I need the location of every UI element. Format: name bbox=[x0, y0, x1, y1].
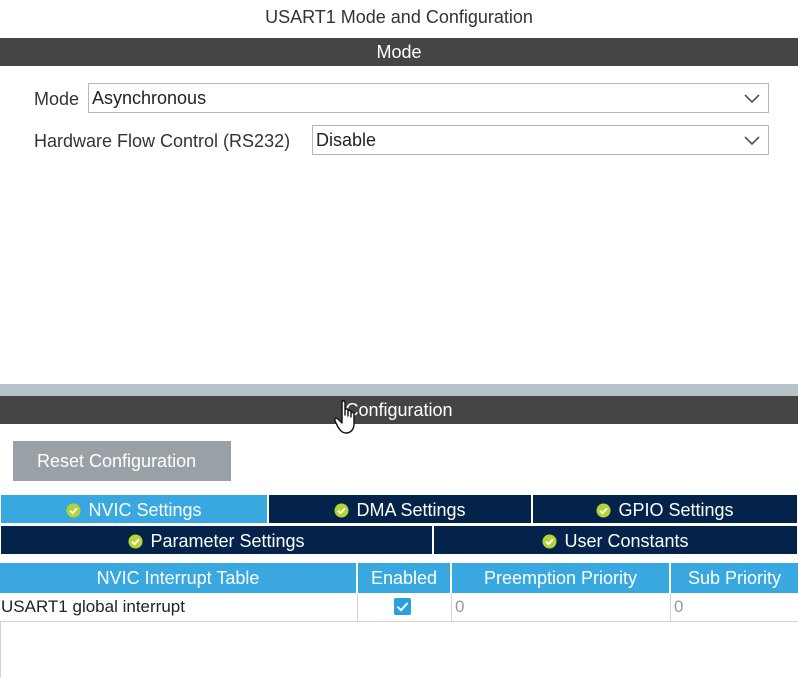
tab-parameter-settings[interactable]: Parameter Settings bbox=[0, 525, 433, 555]
check-circle-icon bbox=[66, 503, 81, 518]
tab-label: NVIC Settings bbox=[88, 500, 202, 520]
chevron-down-icon bbox=[744, 94, 760, 104]
hand-cursor-icon bbox=[334, 400, 355, 434]
tab-gpio-settings[interactable]: GPIO Settings bbox=[532, 494, 798, 524]
configuration-section-header: Configuration bbox=[0, 396, 798, 424]
tab-nvic-settings[interactable]: NVIC Settings bbox=[0, 494, 268, 524]
column-header-enabled[interactable]: Enabled bbox=[358, 563, 452, 593]
check-circle-icon bbox=[334, 503, 349, 518]
panel-splitter[interactable] bbox=[0, 384, 798, 396]
tab-label: Parameter Settings bbox=[150, 531, 305, 551]
reset-configuration-button[interactable]: Reset Configuration bbox=[13, 441, 231, 481]
chevron-down-icon bbox=[744, 136, 760, 146]
check-icon bbox=[396, 602, 409, 612]
mode-select[interactable]: Asynchronous bbox=[88, 83, 769, 113]
mode-select-value: Asynchronous bbox=[92, 88, 207, 108]
flow-control-select[interactable]: Disable bbox=[312, 125, 769, 155]
window-title: USART1 Mode and Configuration bbox=[265, 7, 533, 27]
mode-section-header: Mode bbox=[0, 38, 798, 66]
preemption-priority-cell[interactable]: 0 bbox=[452, 594, 671, 622]
tab-dma-settings[interactable]: DMA Settings bbox=[268, 494, 532, 524]
flow-control-select-value: Disable bbox=[316, 130, 377, 150]
mode-label: Mode bbox=[34, 89, 80, 109]
interrupt-name-cell: USART1 global interrupt bbox=[0, 594, 358, 622]
sub-priority-cell[interactable]: 0 bbox=[671, 594, 798, 622]
enabled-checkbox[interactable] bbox=[394, 598, 411, 615]
tab-label: GPIO Settings bbox=[618, 500, 734, 520]
check-circle-icon bbox=[596, 503, 611, 518]
tab-label: User Constants bbox=[564, 531, 689, 551]
check-circle-icon bbox=[128, 534, 143, 549]
column-header-sub-priority[interactable]: Sub Priority bbox=[671, 563, 798, 593]
flow-control-label: Hardware Flow Control (RS232) bbox=[34, 131, 291, 151]
column-header-preemption[interactable]: Preemption Priority bbox=[452, 563, 671, 593]
tab-label: DMA Settings bbox=[356, 500, 466, 520]
table-body-empty-area bbox=[0, 622, 798, 678]
check-circle-icon bbox=[542, 534, 557, 549]
tab-user-constants[interactable]: User Constants bbox=[433, 525, 798, 555]
column-header-interrupt[interactable]: NVIC Interrupt Table bbox=[0, 563, 358, 593]
